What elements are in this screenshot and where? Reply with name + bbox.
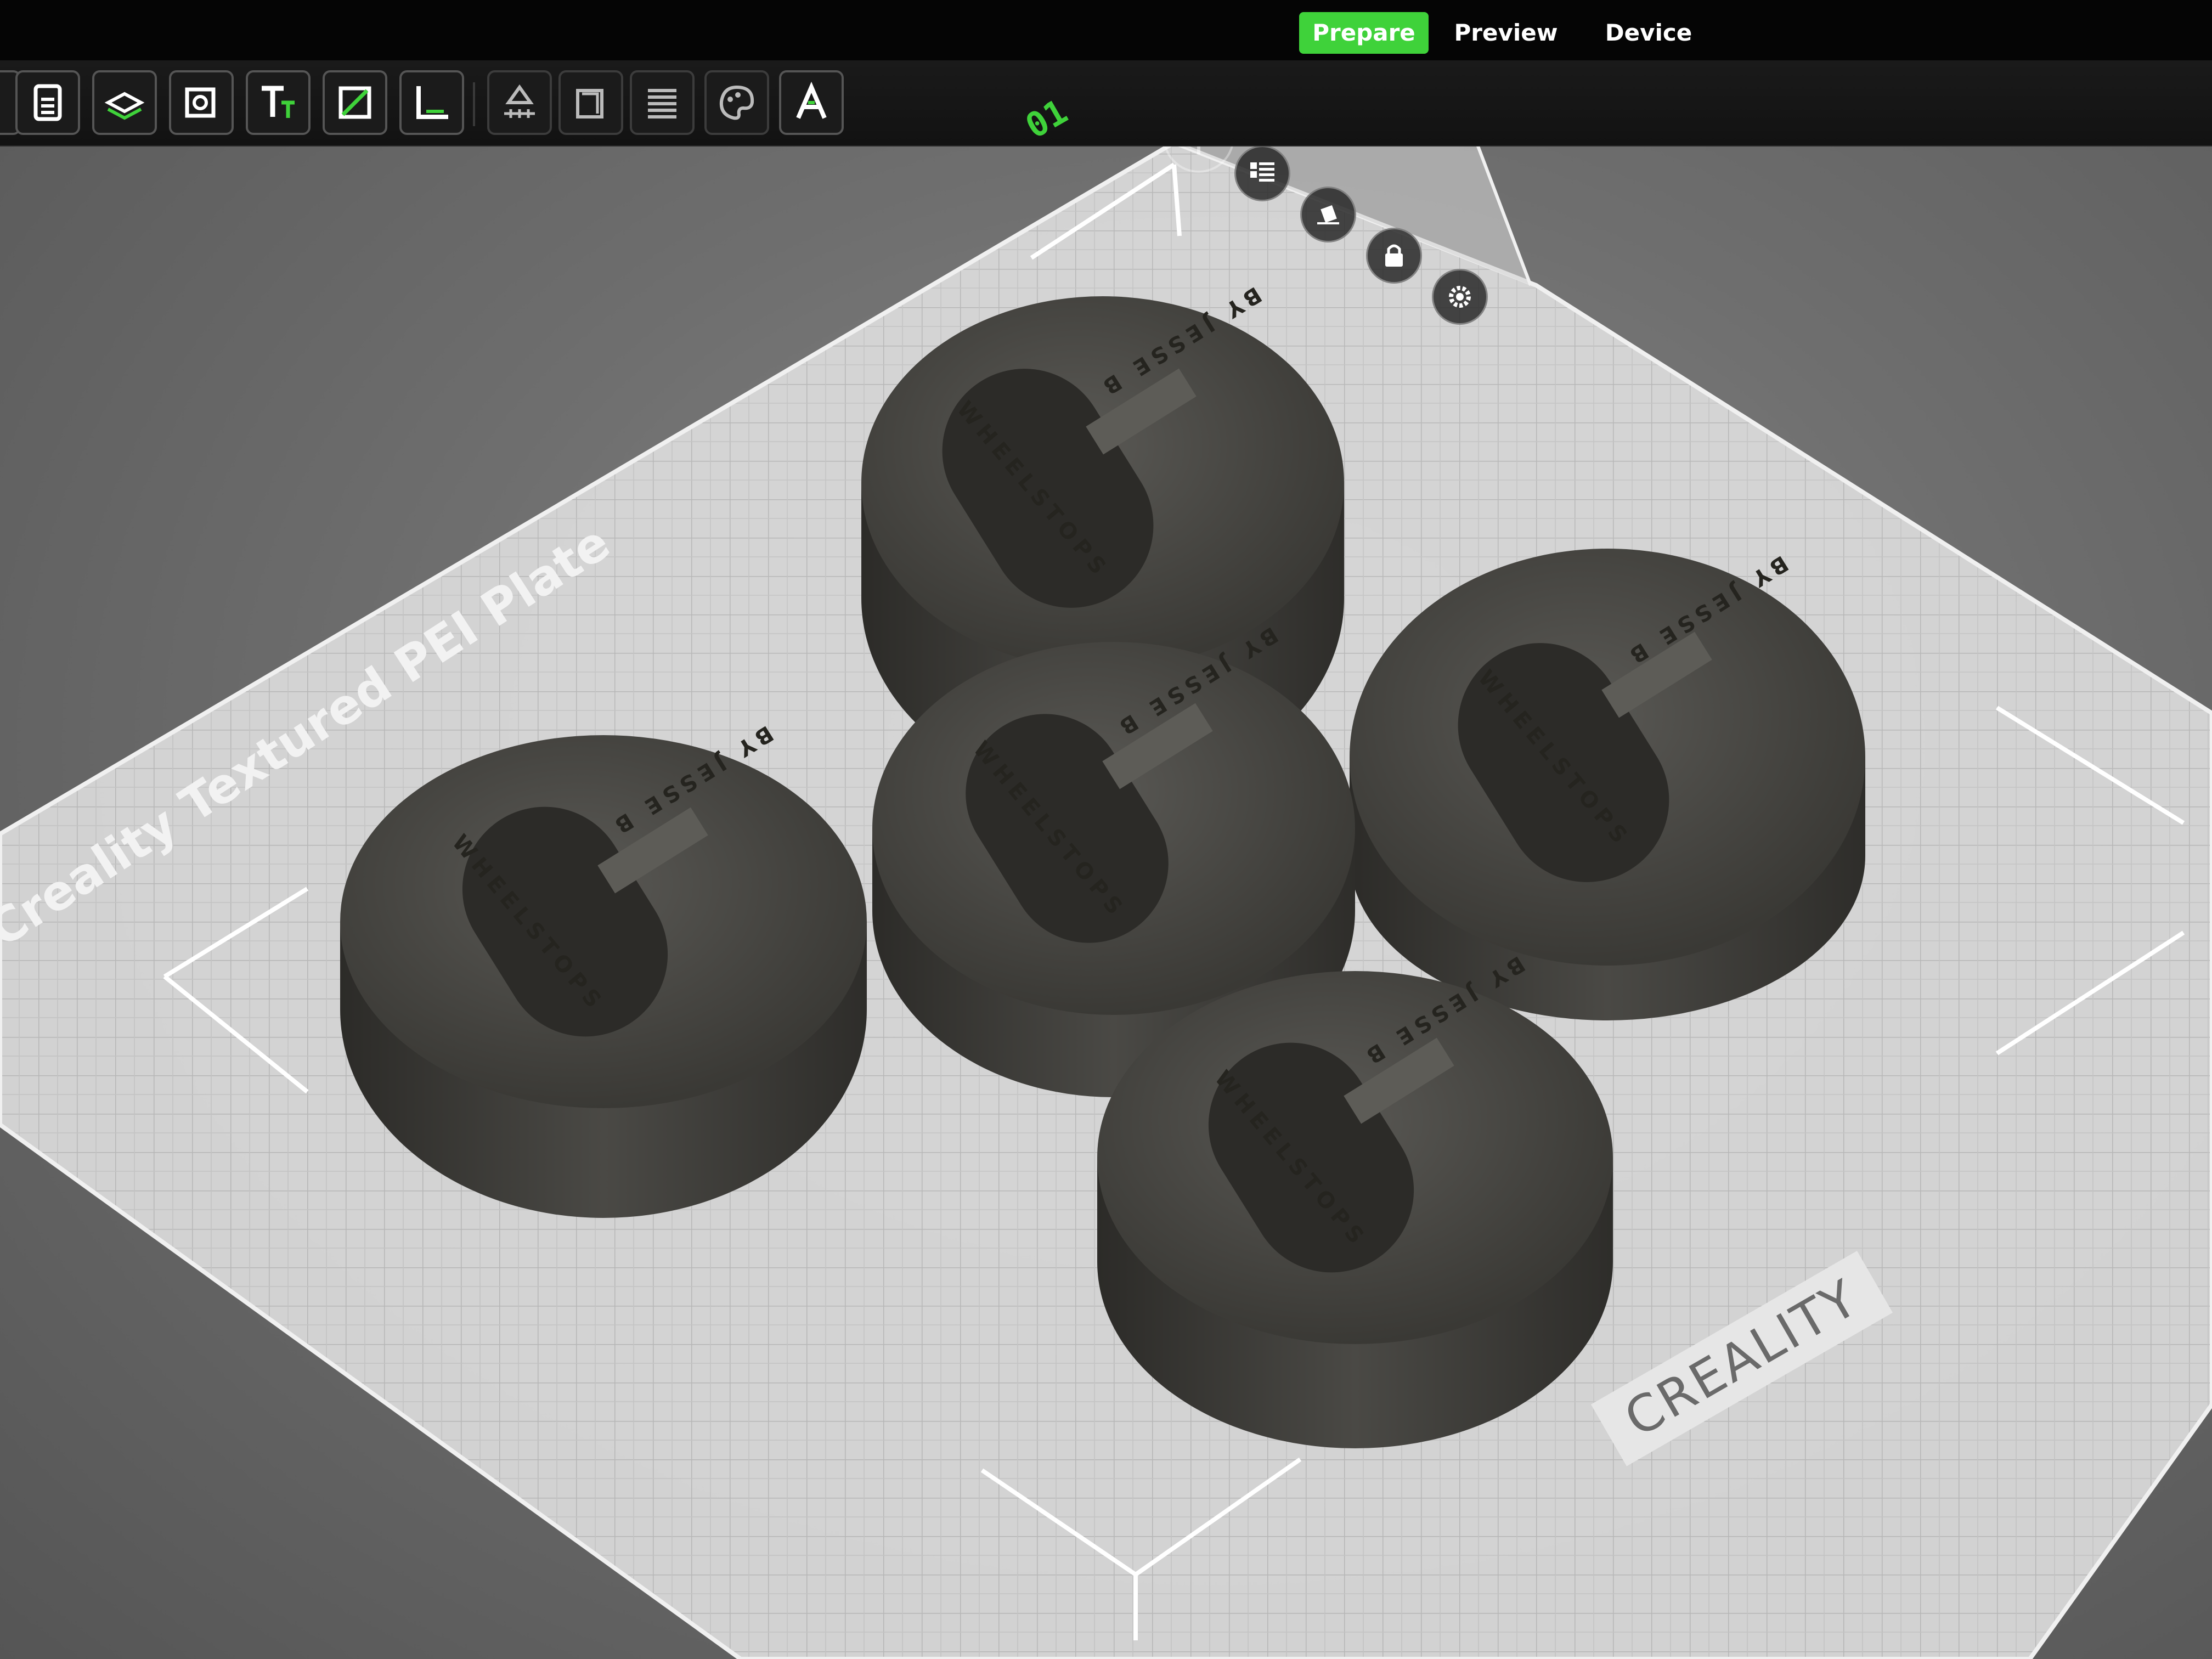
top-navigation-bar: Prepare Preview Device <box>0 0 2212 60</box>
add-file-icon <box>33 84 62 121</box>
add-file-button[interactable] <box>15 70 80 135</box>
auto-orient-icon <box>1317 205 1339 224</box>
text-icon <box>262 86 295 118</box>
tab-prepare[interactable]: Prepare <box>1299 12 1429 54</box>
tab-device[interactable]: Device <box>1591 12 1706 54</box>
arrange-button[interactable] <box>1234 145 1290 201</box>
part-5[interactable] <box>1097 971 1613 1448</box>
cut-icon <box>338 86 371 119</box>
tab-preview[interactable]: Preview <box>1446 12 1566 54</box>
lock-button[interactable] <box>1366 228 1422 284</box>
paint-tool-button[interactable] <box>704 70 769 135</box>
paint-icon <box>719 85 754 120</box>
support-tool-button[interactable] <box>487 70 552 135</box>
support-icon <box>504 84 535 118</box>
lock-icon <box>1385 244 1403 267</box>
build-plate-scene <box>0 80 2212 1659</box>
add-plate-toolbar-button[interactable] <box>92 70 157 135</box>
emboss-text-button[interactable] <box>779 70 844 135</box>
add-plate-icon <box>104 92 145 120</box>
emboss-text-icon <box>796 81 827 119</box>
measure-icon <box>416 86 448 119</box>
auto-orient-toolbar-button[interactable] <box>169 70 234 135</box>
part-4[interactable] <box>340 735 867 1218</box>
cut-tool-button[interactable] <box>323 70 387 135</box>
layers-icon <box>648 89 676 119</box>
slicer-window: BY JESSE B WHEELSTOPS BY JESSE B WHEELST… <box>0 0 2212 1659</box>
assemble-tool-button[interactable] <box>558 70 623 135</box>
arrange-icon <box>1250 162 1274 182</box>
layers-tool-button[interactable] <box>630 70 695 135</box>
text-tool-button[interactable] <box>246 70 311 135</box>
orient-cube-icon <box>185 87 216 118</box>
assemble-icon <box>576 89 603 119</box>
settings-icon <box>1449 286 1471 308</box>
toolbar-separator <box>473 82 475 126</box>
viewport-3d[interactable]: BY JESSE B WHEELSTOPS BY JESSE B WHEELST… <box>0 0 2212 1659</box>
auto-orient-plate-button[interactable] <box>1300 187 1356 242</box>
plate-settings-button[interactable] <box>1432 269 1488 325</box>
main-toolbar <box>0 60 2212 146</box>
measure-tool-button[interactable] <box>399 70 464 135</box>
part-2[interactable] <box>1350 549 1865 1020</box>
